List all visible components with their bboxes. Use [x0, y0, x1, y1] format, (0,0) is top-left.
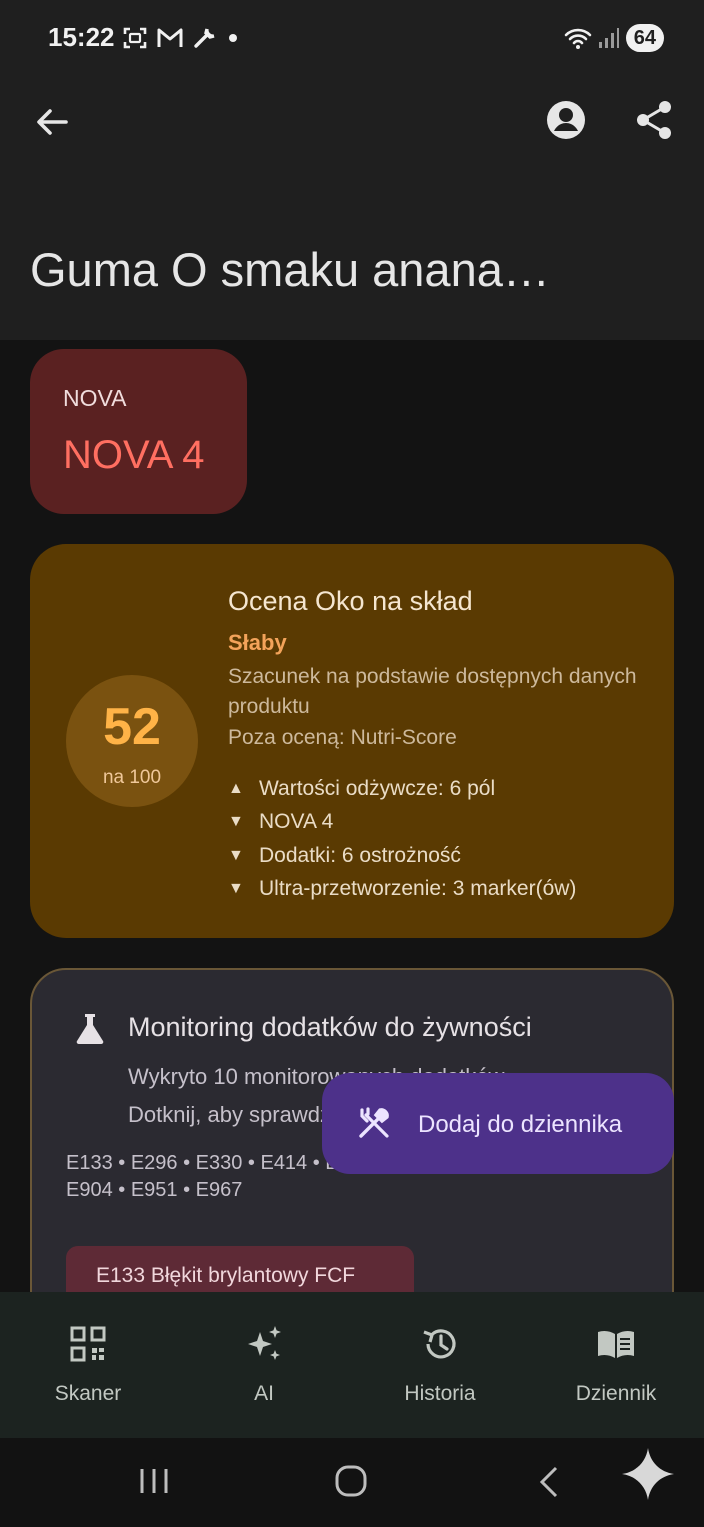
screenshot-icon — [123, 27, 147, 49]
nova-label: NOVA — [63, 385, 127, 411]
status-bar: 15:22 64 — [0, 0, 704, 80]
dot-icon — [229, 34, 237, 42]
factor-text: Wartości odżywcze: 6 pól — [259, 776, 496, 800]
qr-scanner-icon — [70, 1326, 106, 1362]
nav-item-skaner[interactable]: Skaner — [0, 1292, 176, 1438]
utensils-icon — [359, 1107, 389, 1138]
score-excluded: Poza oceną: Nutri-Score — [228, 726, 457, 749]
sparkles-icon — [248, 1326, 281, 1360]
back-icon[interactable] — [536, 1465, 560, 1499]
account-circle-icon[interactable] — [543, 97, 589, 143]
factor-text: Ultra-przetworzenie: 3 marker(ów) — [259, 877, 577, 901]
arrow-up-icon: ▲ — [228, 779, 244, 797]
add-to-diary-button[interactable]: Dodaj do dziennika — [322, 1073, 674, 1174]
home-icon[interactable] — [334, 1464, 368, 1498]
list-item: ▼ NOVA 4 — [228, 806, 576, 840]
bottom-nav: Skaner AI Historia Dziennik — [0, 1292, 704, 1438]
assistant-star-icon[interactable] — [620, 1446, 676, 1502]
list-item: ▼ Dodatki: 6 ostrożność — [228, 839, 576, 873]
battery-icon: 64 — [625, 24, 664, 52]
factor-text: Dodatki: 6 ostrożność — [259, 843, 461, 867]
arrow-down-icon: ▼ — [228, 813, 244, 831]
score-description: Szacunek na podstawie dostępnych danych … — [228, 665, 637, 718]
score-card[interactable]: 52 na 100 Ocena Oko na skład Słaby Szacu… — [30, 544, 674, 938]
wrench-icon — [194, 28, 215, 48]
status-time: 15:22 — [48, 22, 115, 52]
nav-label: Dziennik — [575, 1382, 657, 1405]
recents-icon[interactable] — [138, 1466, 170, 1496]
back-arrow-icon[interactable] — [30, 100, 74, 144]
additives-title: Monitoring dodatków do żywności — [128, 1012, 532, 1042]
wifi-icon — [564, 28, 592, 49]
factor-text: NOVA 4 — [259, 810, 334, 834]
nav-label: Skaner — [54, 1382, 122, 1405]
arrow-down-icon: ▼ — [228, 880, 244, 898]
status-icons-right: 64 — [564, 24, 664, 52]
list-item: ▲ Wartości odżywcze: 6 pól — [228, 772, 576, 806]
status-icons-left — [122, 25, 240, 51]
score-title: Ocena Oko na skład — [228, 586, 473, 616]
score-number: 52 — [103, 698, 161, 756]
nav-item-dziennik[interactable]: Dziennik — [528, 1292, 704, 1438]
score-rating: Słaby — [228, 630, 287, 655]
arrow-down-icon: ▼ — [228, 846, 244, 864]
score-factor-list: ▲ Wartości odżywcze: 6 pól ▼ NOVA 4 ▼ Do… — [228, 772, 576, 906]
add-to-diary-label: Dodaj do dziennika — [418, 1111, 623, 1138]
flask-icon — [76, 1014, 104, 1045]
nav-label: AI — [254, 1382, 274, 1405]
nova-value: NOVA 4 — [63, 433, 205, 477]
gmail-icon — [157, 28, 183, 47]
share-icon[interactable] — [632, 97, 678, 143]
book-icon — [598, 1330, 634, 1358]
nav-label: Historia — [404, 1382, 476, 1405]
signal-icon — [598, 28, 619, 48]
history-icon — [423, 1329, 456, 1359]
nova-card[interactable]: NOVA NOVA 4 — [30, 349, 247, 514]
page-title: Guma O smaku anana… — [30, 243, 550, 296]
nav-item-historia[interactable]: Historia — [352, 1292, 528, 1438]
nav-item-ai[interactable]: AI — [176, 1292, 352, 1438]
score-out-of: na 100 — [102, 767, 162, 788]
score-circle: 52 na 100 — [66, 675, 198, 807]
app-bar: Guma O smaku anana… — [0, 80, 704, 340]
list-item: ▼ Ultra-przetworzenie: 3 marker(ów) — [228, 873, 576, 907]
system-nav — [0, 1438, 704, 1527]
